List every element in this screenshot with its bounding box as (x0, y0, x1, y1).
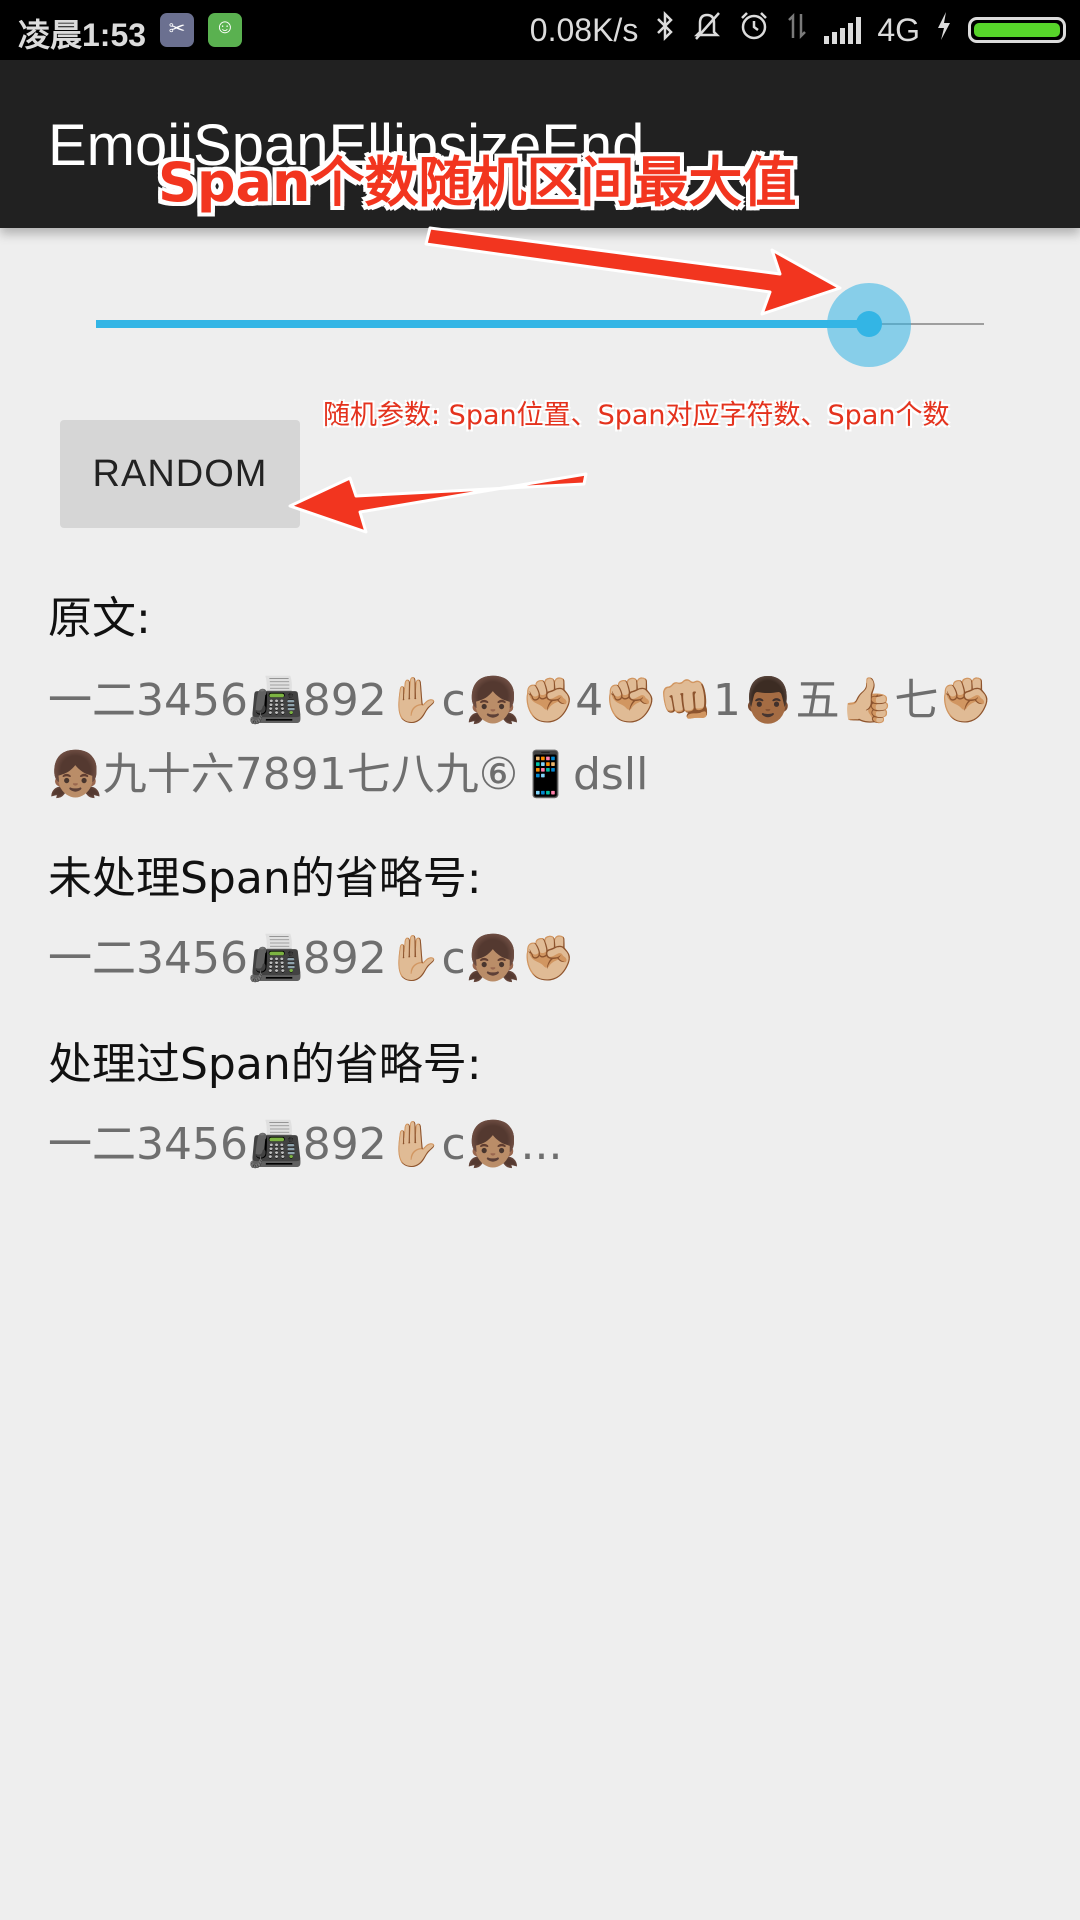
processed-ellipsis-value: 一二3456📠892✋🏼c👧🏽... (48, 1119, 563, 1170)
signal-strength-icon (824, 16, 862, 44)
data-transfer-icon (786, 10, 808, 50)
notification-app-icon: ✂ (160, 13, 194, 47)
arrow-to-random-button (288, 472, 588, 534)
status-time: 凌晨1:53 (18, 17, 147, 53)
network-speed: 0.08K/s (529, 11, 639, 48)
mute-bell-icon (692, 10, 722, 50)
alarm-icon (738, 10, 770, 50)
battery-icon (968, 17, 1066, 43)
charging-icon (936, 11, 952, 49)
unprocessed-ellipsis-value: 一二3456📠892✋🏼c👧🏽✊🏼 (48, 933, 576, 984)
original-text-value: 一二3456📠892✋🏼c👧🏽✊🏼4✊🏼👊🏼1👨🏾五👍🏼七✊🏼👧🏽九十六7891… (48, 675, 994, 800)
random-button[interactable]: RANDOM (60, 420, 300, 528)
unprocessed-ellipsis-label: 未处理Span的省略号: (48, 853, 482, 904)
original-text-label: 原文: (48, 593, 151, 644)
slider-thumb[interactable] (855, 311, 882, 337)
bluetooth-icon (654, 10, 676, 50)
annotation-button-note: 随机参数: Span位置、Span对应字符数、Span个数 (323, 400, 950, 431)
processed-ellipsis-label: 处理过Span的省略号: (48, 1039, 482, 1090)
annotation-slider-note: Span个数随机区间最大值 (158, 151, 797, 214)
network-type: 4G (877, 11, 920, 48)
slider-progress (96, 320, 869, 328)
android-notification-icon: ☺ (208, 13, 242, 47)
status-bar: 凌晨1:53 ✂ ☺ 0.08K/s 4G (0, 0, 1080, 60)
span-count-max-slider[interactable] (96, 283, 984, 367)
